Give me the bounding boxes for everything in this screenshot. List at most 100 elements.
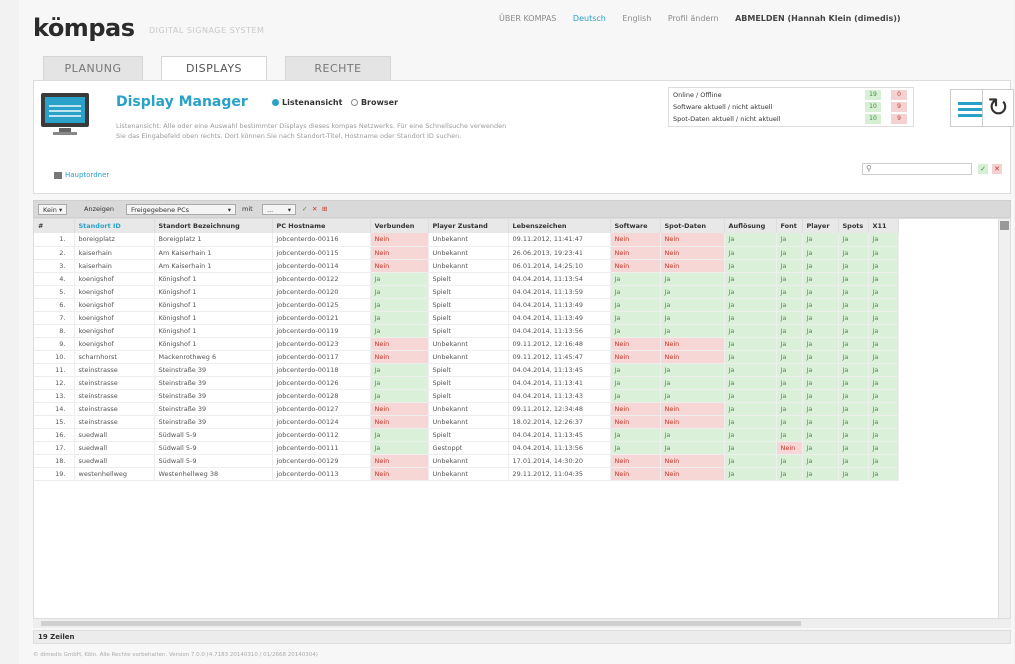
chevron-down-icon: ▾ (227, 206, 231, 214)
table-cell: 04.04.2014, 11:13:56 (508, 324, 611, 338)
table-cell: Ja (838, 376, 869, 390)
table-cell: Ja (724, 402, 777, 416)
main-folder-label[interactable]: Hauptordner (65, 171, 109, 179)
table-cell: Ja (868, 415, 899, 429)
header-row: # Standort ID Standort Bezeichnung PC Hostn… (34, 219, 899, 233)
radio-browser-view[interactable] (350, 99, 358, 106)
reset-filter-icon[interactable]: ⊞ (322, 204, 327, 215)
table-row[interactable]: 2. kaiserhain Am Kaiserhain 1 jobcenterdo-0… (34, 246, 899, 260)
table-cell: Ja (868, 389, 899, 403)
table-cell: 8. (34, 324, 75, 338)
column-header[interactable]: Standort ID (74, 219, 155, 233)
table-row[interactable]: 7. koenigshof Königshof 1 jobcenterdo-00121… (34, 311, 899, 325)
table-cell: kaiserhain (74, 259, 155, 273)
status-online-count: 19 (865, 90, 881, 100)
column-header[interactable]: PC Hostname (272, 219, 371, 233)
table-row[interactable]: 3. kaiserhain Am Kaiserhain 1 jobcenterdo-0… (34, 259, 899, 273)
table-cell: Steinstraße 39 (154, 389, 273, 403)
column-header[interactable]: Auflösung (724, 219, 777, 233)
table-cell: Unbekannt (428, 259, 509, 273)
column-header[interactable]: Standort Bezeichnung (154, 219, 273, 233)
table-row[interactable]: 10. scharnhorst Mackenrothweg 6 jobcenterdo… (34, 350, 899, 364)
scroll-thumb[interactable] (41, 621, 801, 626)
table-row[interactable]: 1. boreigplatz Boreigplatz 1 jobcenterdo-00… (34, 233, 899, 247)
displays-table: # Standort ID Standort Bezeichnung PC Hostn… (33, 218, 1011, 628)
table-cell: Ja (776, 259, 803, 273)
table-cell: Ja (776, 311, 803, 325)
table-cell: 9. (34, 337, 75, 351)
table-cell: Ja (610, 298, 661, 312)
main-folder-link[interactable]: Hauptordner (54, 171, 109, 179)
search-input[interactable] (877, 164, 969, 174)
column-header[interactable]: Player (802, 219, 839, 233)
table-row[interactable]: 9. koenigshof Königshof 1 jobcenterdo-00123… (34, 337, 899, 351)
column-header[interactable]: Font (776, 219, 803, 233)
nav-profile[interactable]: Profil ändern (668, 14, 719, 23)
table-row[interactable]: 11. steinstrasse Steinstraße 39 jobcenterdo… (34, 363, 899, 377)
apply-filter-icon[interactable]: ✓ (302, 204, 307, 215)
table-row[interactable]: 12. steinstrasse Steinstraße 39 jobcenterdo… (34, 376, 899, 390)
table-cell: Ja (838, 337, 869, 351)
table-cell: Nein (776, 441, 803, 455)
display-manager-panel: Display Manager Listenansicht Browser Li… (33, 80, 1014, 194)
refresh-button[interactable]: ↻ (982, 89, 1014, 127)
table-row[interactable]: 13. steinstrasse Steinstraße 39 jobcenterdo… (34, 389, 899, 403)
table-cell: jobcenterdo-00112 (272, 428, 371, 442)
horizontal-scrollbar[interactable] (33, 618, 1011, 628)
nav-lang-english[interactable]: English (622, 14, 651, 23)
table-cell: Ja (370, 311, 429, 325)
vertical-scrollbar[interactable] (998, 219, 1010, 627)
column-header[interactable]: # (34, 219, 75, 233)
table-cell: steinstrasse (74, 415, 155, 429)
table-cell: Ja (838, 350, 869, 364)
table-row[interactable]: 17. suedwall Südwall 5-9 jobcenterdo-00111 J… (34, 441, 899, 455)
search-clear-icon[interactable]: ✕ (992, 164, 1002, 174)
table-cell: Unbekannt (428, 246, 509, 260)
table-cell: 04.04.2014, 11:13:43 (508, 389, 611, 403)
column-menu-icon[interactable] (1000, 221, 1009, 230)
tab-rechte[interactable]: RECHTE (285, 56, 391, 80)
table-cell: Ja (724, 337, 777, 351)
table-row[interactable]: 4. koenigshof Königshof 1 jobcenterdo-00122… (34, 272, 899, 286)
table-cell: Ja (776, 454, 803, 468)
column-header[interactable]: Lebenszeichen (508, 219, 611, 233)
filter-select[interactable]: Freigegebene PCs ▾ (126, 204, 236, 215)
table-cell: 7. (34, 311, 75, 325)
table-cell: Ja (838, 246, 869, 260)
table-cell: 12. (34, 376, 75, 390)
search-confirm-icon[interactable]: ✓ (978, 164, 988, 174)
table-row[interactable]: 18. suedwall Südwall 5-9 jobcenterdo-00129 N… (34, 454, 899, 468)
column-header[interactable]: Spot-Daten (660, 219, 725, 233)
table-cell: Ja (610, 324, 661, 338)
table-cell: Ja (868, 233, 899, 247)
table-row[interactable]: 15. steinstrasse Steinstraße 39 jobcenterdo… (34, 415, 899, 429)
radio-list-view[interactable] (272, 99, 279, 106)
tab-planung[interactable]: PLANUNG (43, 56, 143, 80)
table-cell: Ja (802, 337, 839, 351)
mit-select[interactable]: ... ▾ (262, 204, 296, 215)
table-cell: Ja (610, 285, 661, 299)
browser-view-label[interactable]: Browser (361, 98, 398, 107)
table-row[interactable]: 5. koenigshof Königshof 1 jobcenterdo-00120… (34, 285, 899, 299)
logout-link[interactable]: ABMELDEN (Hannah Klein (dimedis)) (735, 14, 900, 23)
table-row[interactable]: 16. suedwall Südwall 5-9 jobcenterdo-00112 J… (34, 428, 899, 442)
nav-about[interactable]: ÜBER KOMPAS (499, 14, 556, 23)
tab-displays[interactable]: DISPLAYS (161, 56, 267, 82)
table-cell: Ja (868, 285, 899, 299)
column-header[interactable]: Software (610, 219, 661, 233)
nav-lang-deutsch[interactable]: Deutsch (573, 14, 606, 23)
remove-filter-icon[interactable]: ✕ (312, 204, 317, 215)
list-view-label[interactable]: Listenansicht (282, 98, 342, 107)
table-row[interactable]: 6. koenigshof Königshof 1 jobcenterdo-00125… (34, 298, 899, 312)
table-row[interactable]: 14. steinstrasse Steinstraße 39 jobcenterdo… (34, 402, 899, 416)
status-software-label: Software aktuell / nicht aktuell (673, 103, 773, 111)
table-row[interactable]: 8. koenigshof Königshof 1 jobcenterdo-00119… (34, 324, 899, 338)
kompas-logo[interactable]: kömpas (33, 14, 135, 42)
column-select-button[interactable]: Kein ▾ (38, 204, 68, 215)
column-header[interactable]: Spots (838, 219, 869, 233)
column-header[interactable]: X11 (868, 219, 899, 233)
table-row[interactable]: 19. westenhellweg Westenhellweg 38 jobcente… (34, 467, 899, 481)
table-cell: Nein (660, 415, 725, 429)
column-header[interactable]: Verbunden (370, 219, 429, 233)
column-header[interactable]: Player Zustand (428, 219, 509, 233)
